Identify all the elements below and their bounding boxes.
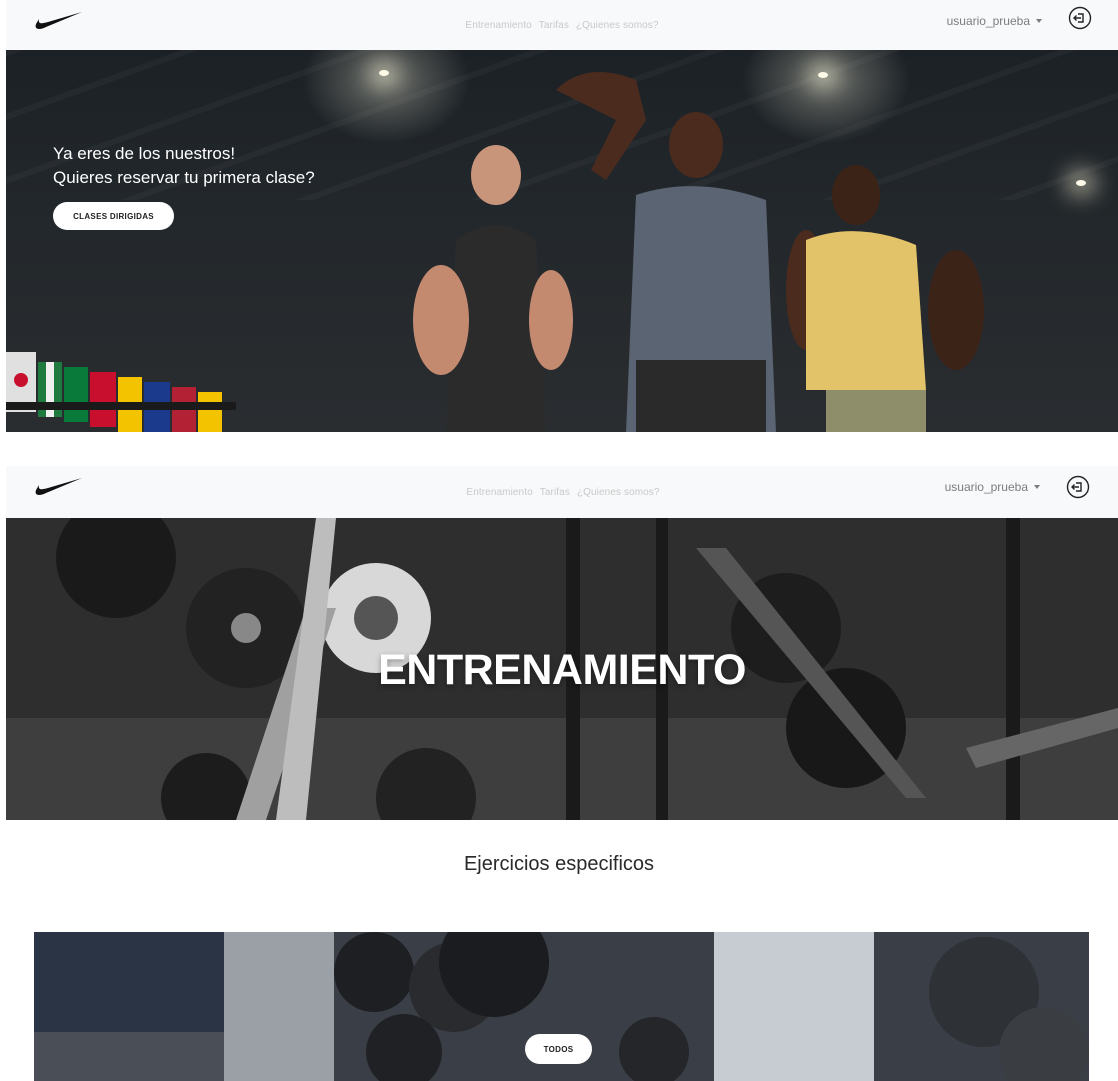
username-label: usuario_prueba <box>944 480 1028 494</box>
nav-link-quienes-somos[interactable]: ¿Quienes somos? <box>576 20 659 31</box>
nike-logo-icon[interactable] <box>34 10 84 32</box>
hero-welcome-text: Ya eres de los nuestros! Quieres reserva… <box>53 142 315 190</box>
nike-logo-icon[interactable] <box>34 476 84 498</box>
athletes-illustration <box>413 72 984 432</box>
user-dropdown[interactable]: usuario_prueba <box>947 14 1042 28</box>
flags-decoration <box>6 352 236 432</box>
ceiling-light <box>379 70 389 76</box>
todos-button[interactable]: TODOS <box>525 1034 592 1064</box>
hero-line-2: Quieres reservar tu primera clase? <box>53 168 315 187</box>
ejercicios-card: TODOS <box>34 932 1089 1081</box>
entrenamiento-title: ENTRENAMIENTO <box>378 646 746 694</box>
clases-dirigidas-button[interactable]: CLASES DIRIGIDAS <box>53 202 174 230</box>
hero-line-1: Ya eres de los nuestros! <box>53 144 236 163</box>
ceiling-light <box>1076 180 1086 186</box>
nav-link-entrenamiento[interactable]: Entrenamiento <box>466 487 532 498</box>
nav-link-entrenamiento[interactable]: Entrenamiento <box>465 20 531 31</box>
nav-link-tarifas[interactable]: Tarifas <box>539 20 569 31</box>
caret-down-icon <box>1036 19 1042 23</box>
username-label: usuario_prueba <box>946 14 1030 28</box>
section-title: Ejercicios especificos <box>463 853 655 875</box>
logout-icon[interactable] <box>1066 475 1090 499</box>
nav-link-tarifas[interactable]: Tarifas <box>540 487 570 498</box>
top-navbar: Entrenamiento Tarifas ¿Quienes somos? us… <box>6 0 1118 50</box>
user-dropdown[interactable]: usuario_prueba <box>945 480 1040 494</box>
logout-icon[interactable] <box>1068 6 1092 30</box>
hero-welcome-banner: Ya eres de los nuestros! Quieres reserva… <box>6 50 1118 432</box>
entrenamiento-banner: ENTRENAMIENTO <box>6 518 1118 820</box>
caret-down-icon <box>1034 485 1040 489</box>
secondary-navbar: Entrenamiento Tarifas ¿Quienes somos? us… <box>6 466 1118 518</box>
nav-link-quienes-somos[interactable]: ¿Quienes somos? <box>577 487 660 498</box>
page: Entrenamiento Tarifas ¿Quienes somos? us… <box>0 0 1118 1081</box>
